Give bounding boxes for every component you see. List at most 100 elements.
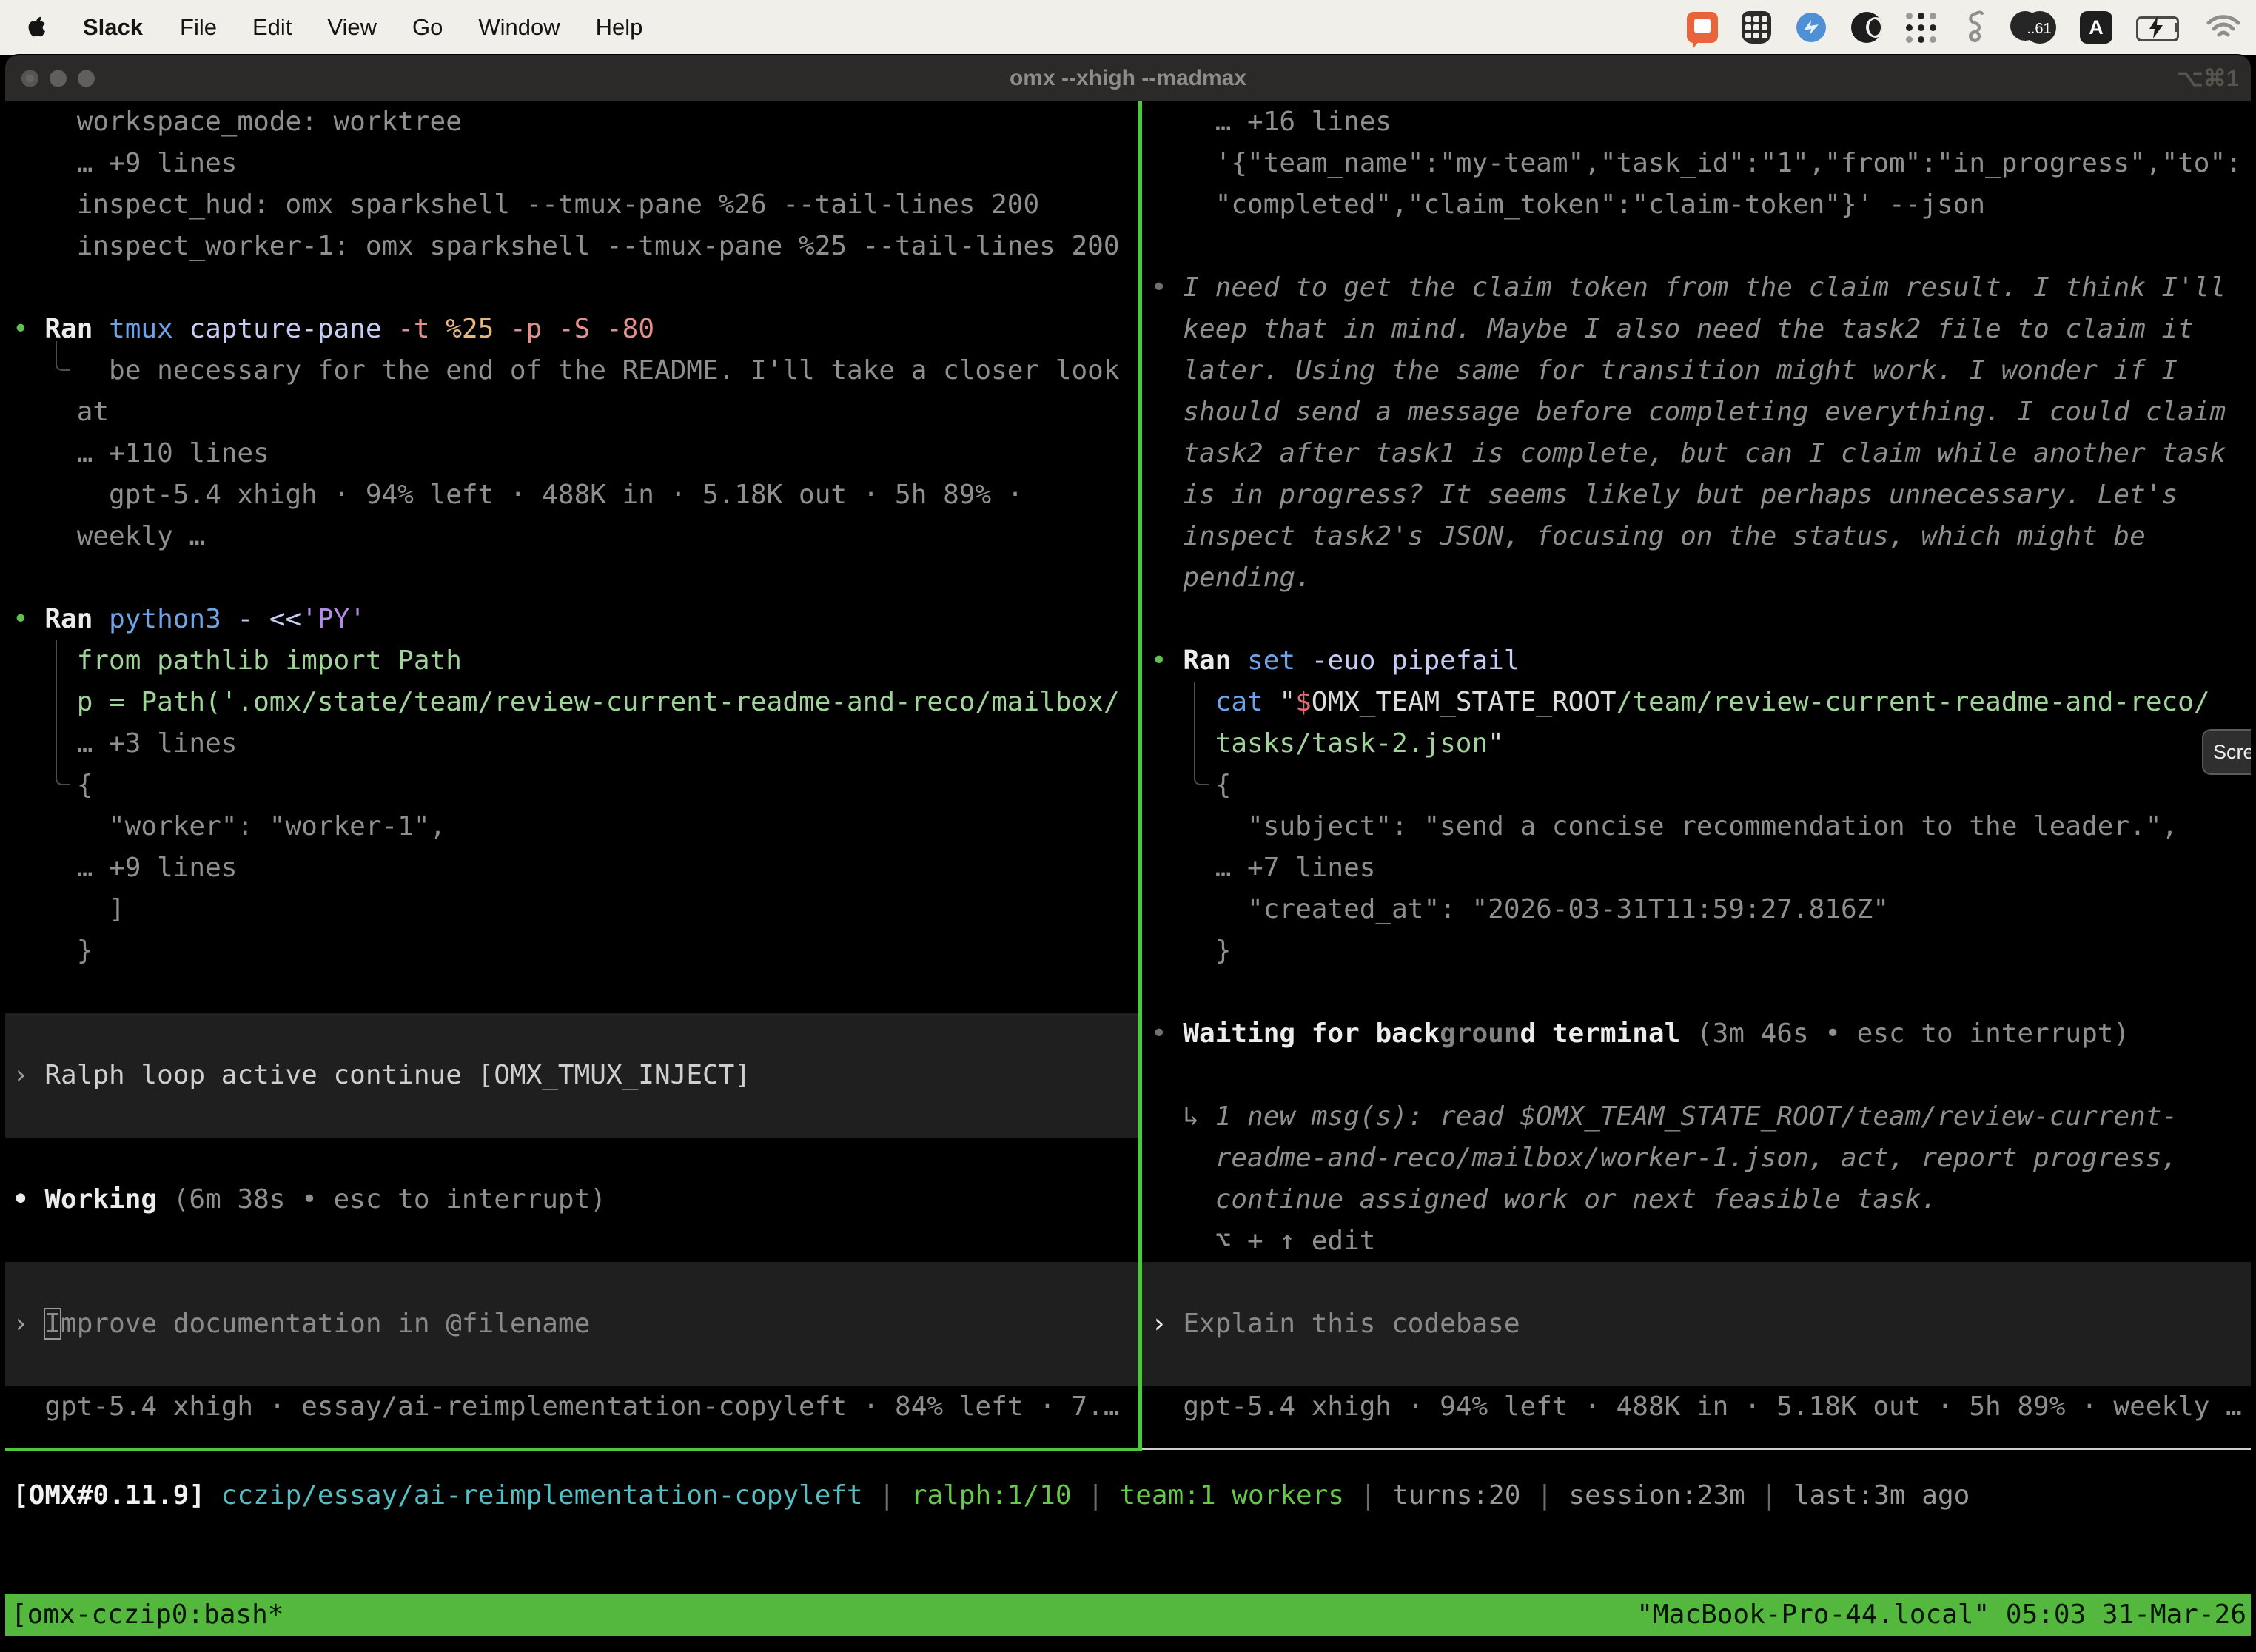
reasoning-line: keep that in mind. Maybe I also need the… xyxy=(1151,309,2251,350)
input-band[interactable]: › Explain this codebase xyxy=(1142,1262,2251,1386)
text-segment: cat xyxy=(1215,687,1280,717)
text-segment: • xyxy=(1151,645,1183,676)
menu-edit[interactable]: Edit xyxy=(235,14,309,41)
text-segment: ↳ xyxy=(1151,1101,1215,1132)
text-segment: ralph:1/10 xyxy=(911,1480,1072,1511)
text-segment: { xyxy=(1151,770,1231,800)
output-line: inspect_hud: omx sparkshell --tmux-pane … xyxy=(13,184,1138,226)
text-segment: Ran xyxy=(44,314,109,344)
menu-window[interactable]: Window xyxy=(460,14,577,41)
text-segment: … +16 lines xyxy=(1151,107,1391,137)
text-segment: inspect task2's JSON, focusing on the st… xyxy=(1151,521,2146,551)
text-segment: ⌥ + ↑ edit xyxy=(1151,1226,1375,1256)
terminal-line xyxy=(13,557,1138,599)
text-segment: Explain this codebase xyxy=(1183,1309,1520,1339)
output-line: "created_at": "2026-03-31T11:59:27.816Z" xyxy=(1151,889,2251,930)
output-line: "completed","claim_token":"claim-token"}… xyxy=(1151,184,2251,226)
text-segment: … +3 lines xyxy=(13,728,237,759)
output-line: … +3 lines xyxy=(13,723,1138,765)
reasoning-line: is in progress? It seems likely but perh… xyxy=(1151,474,2251,516)
text-segment: … +9 lines xyxy=(13,148,237,178)
crescent-circle-icon[interactable] xyxy=(1851,10,1882,45)
text-segment: " xyxy=(1279,687,1295,717)
output-line: be necessary for the end of the README. … xyxy=(13,350,1138,392)
tmux-host-clock: "MacBook-Pro-44.local" 05:03 31-Mar-26 xyxy=(1636,1594,2251,1636)
zoom-button[interactable] xyxy=(78,70,95,87)
text-segment: | xyxy=(1745,1480,1793,1511)
shield-grid-icon[interactable] xyxy=(1742,10,1771,45)
text-segment: python3 xyxy=(109,604,237,634)
text-segment: gpt-5.4 xhigh · 94% left · 488K in · 5.1… xyxy=(1151,1391,2242,1422)
menu-items: FileEditViewGoWindowHelp xyxy=(162,14,660,41)
dots-grid-icon[interactable] xyxy=(1906,10,1936,45)
text-segment: Waiting for back xyxy=(1183,1018,1440,1049)
text-segment: "subject": "send a concise recommendatio… xyxy=(1151,811,2178,842)
reasoning-line: inspect task2's JSON, focusing on the st… xyxy=(1151,516,2251,557)
window-shortcut-hint: ⌥⌘1 xyxy=(2177,65,2239,92)
text-segment: … +7 lines xyxy=(1151,853,1375,883)
output-line: "worker": "worker-1", xyxy=(13,806,1138,847)
reasoning-line: should send a message before completing … xyxy=(1151,392,2251,433)
working-status: • Working (6m 38s • esc to interrupt) xyxy=(13,1179,1138,1220)
output-line: '{"team_name":"my-team","task_id":"1","f… xyxy=(1151,143,2251,184)
text-segment: inspect_worker-1: omx sparkshell --tmux-… xyxy=(13,231,1120,261)
menu-view[interactable]: View xyxy=(309,14,395,41)
text-segment: later. Using the same for transition mig… xyxy=(1151,355,2178,386)
menu-help[interactable]: Help xyxy=(578,14,661,41)
output-line: … +9 lines xyxy=(13,143,1138,184)
text-segment xyxy=(1151,687,1215,717)
wifi-icon[interactable] xyxy=(2206,10,2241,45)
blue-app-icon[interactable] xyxy=(1795,10,1827,45)
text-segment: › xyxy=(13,1060,44,1090)
text-segment: p = Path('.omx/state/team/review-current… xyxy=(13,687,1120,717)
mailbox-note: readme-and-reco/mailbox/worker-1.json, a… xyxy=(1151,1138,2251,1179)
text-segment: $ xyxy=(1295,687,1312,717)
menu-bar: Slack FileEditViewGoWindowHelp ..61 A xyxy=(0,0,2256,55)
menu-go[interactable]: Go xyxy=(395,14,460,41)
menu-file[interactable]: File xyxy=(162,14,235,41)
prompt-line: › Explain this codebase xyxy=(1151,1303,2251,1345)
text-segment: 1 new msg(s): read $OMX_TEAM_STATE_ROOT/… xyxy=(1215,1101,2178,1132)
inject-band[interactable]: › Ralph loop active continue [OMX_TMUX_I… xyxy=(5,1013,1138,1138)
close-button[interactable] xyxy=(21,70,38,87)
prompt-line: › Improve documentation in @filename xyxy=(13,1303,1138,1345)
text-segment: pending. xyxy=(1151,563,1312,593)
proxy-badge-label: ..61 xyxy=(2024,21,2055,38)
text-segment: | xyxy=(1072,1480,1120,1511)
terminal-content: workspace_mode: worktree … +9 lines insp… xyxy=(5,101,2251,1652)
minimize-button[interactable] xyxy=(50,70,67,87)
proxy-badge-icon[interactable]: ..61 xyxy=(2010,11,2056,44)
text-segment: I xyxy=(44,1309,61,1339)
terminal-line xyxy=(1151,1345,2251,1386)
dragon-icon[interactable] xyxy=(1960,10,1987,45)
output-line: … +7 lines xyxy=(1151,847,2251,889)
output-line: workspace_mode: worktree xyxy=(13,101,1138,143)
tmux-pane-left[interactable]: workspace_mode: worktree … +9 lines insp… xyxy=(5,101,1138,1448)
reasoning-line: • I need to get the claim token from the… xyxy=(1151,267,2251,309)
terminal-line xyxy=(13,1013,1138,1055)
text-segment: • xyxy=(13,314,44,344)
apple-icon[interactable] xyxy=(27,15,49,40)
text-segment: continue assigned work or next feasible … xyxy=(1151,1184,1937,1215)
screen-share-overlay-button[interactable]: Scre xyxy=(2202,729,2251,775)
text-segment: -S xyxy=(558,314,606,344)
chat-app-icon[interactable] xyxy=(1687,10,1718,45)
text-segment: cczip/essay/ai-reimplementation-copyleft xyxy=(221,1480,863,1511)
window-titlebar[interactable]: omx --xhigh --madmax ⌥⌘1 xyxy=(5,55,2251,101)
terminal-line xyxy=(13,267,1138,309)
input-band[interactable]: › Improve documentation in @filename xyxy=(5,1262,1138,1386)
battery-charging-icon[interactable] xyxy=(2136,16,2182,38)
text-segment: weekly … xyxy=(13,521,205,551)
text-segment: d terminal xyxy=(1520,1018,1696,1049)
text-segment: '{"team_name":"my-team","task_id":"1","f… xyxy=(1151,148,2242,178)
terminal-line xyxy=(1151,1262,2251,1303)
text-segment: [OMX#0.11.9] xyxy=(13,1480,205,1511)
text-segment: turns:20 xyxy=(1392,1480,1520,1511)
tmux-pane-right[interactable]: … +16 lines '{"team_name":"my-team","tas… xyxy=(1142,101,2251,1448)
omx-status-line: [OMX#0.11.9] cczip/essay/ai-reimplementa… xyxy=(5,1475,2251,1517)
input-source-icon[interactable]: A xyxy=(2080,11,2112,44)
tmux-status-bar: [omx-cczip0:bash* "MacBook-Pro-44.local"… xyxy=(5,1594,2251,1636)
text-segment: readme-and-reco/mailbox/worker-1.json, a… xyxy=(1151,1143,2178,1173)
text-segment: | xyxy=(1344,1480,1392,1511)
active-app-name[interactable]: Slack xyxy=(64,14,162,41)
